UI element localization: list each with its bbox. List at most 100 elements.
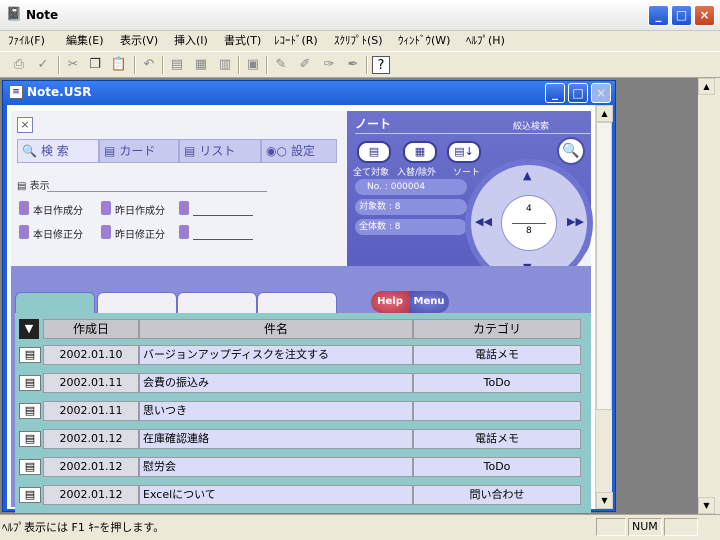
sort-button[interactable]: ▤↓ bbox=[447, 141, 481, 163]
mdi-scrollbar[interactable]: ▲ ▼ bbox=[698, 78, 715, 514]
table-row[interactable]: ▤ 2002.01.10 バージョンアップディスクを注文する 電話メモ bbox=[19, 341, 585, 369]
table-row[interactable]: ▤ 2002.01.12 慰労会 ToDo bbox=[19, 453, 585, 481]
narrow-search-button[interactable]: 🔍 bbox=[557, 137, 585, 165]
total-records: 8 bbox=[526, 226, 532, 236]
checkbox-yesterday-modified[interactable] bbox=[101, 225, 111, 239]
card-icon[interactable]: ▤ bbox=[19, 375, 41, 391]
sort-label: ソート bbox=[453, 168, 481, 178]
header-name[interactable]: 件名 bbox=[139, 319, 413, 339]
label-yesterday-modified: 昨日修正分 bbox=[115, 230, 165, 241]
menu-script[interactable]: ｽｸﾘﾌﾟﾄ(S) bbox=[334, 33, 383, 49]
tool-icon[interactable]: ✎ bbox=[272, 56, 290, 74]
menu-file[interactable]: ﾌｧｲﾙ(F) bbox=[8, 33, 45, 49]
table-row[interactable]: ▤ 2002.01.11 思いつき bbox=[19, 397, 585, 425]
table-row[interactable]: ▤ 2002.01.12 Excelについて 問い合わせ bbox=[19, 481, 585, 509]
arrow-first-icon[interactable]: ◀◀ bbox=[475, 215, 492, 228]
checkbox-today-modified[interactable] bbox=[19, 225, 29, 239]
scroll-down-icon[interactable]: ▼ bbox=[596, 492, 613, 509]
spellcheck-icon[interactable]: ✓ bbox=[34, 56, 52, 74]
undo-icon[interactable]: ↶ bbox=[140, 56, 158, 74]
card-icon[interactable]: ▤ bbox=[19, 347, 41, 363]
form3-icon[interactable]: ▥ bbox=[216, 56, 234, 74]
card-icon[interactable]: ▤ bbox=[19, 431, 41, 447]
divider bbox=[512, 223, 546, 224]
card-icon[interactable]: ▤ bbox=[19, 403, 41, 419]
header-category[interactable]: カテゴリ bbox=[413, 319, 581, 339]
nav-tabs: 🔍 検 索 ▤ カード ▤ リスト ◉○ 設定 bbox=[17, 139, 347, 163]
cell-name: 在庫確認連絡 bbox=[139, 429, 413, 449]
maximize-button[interactable]: □ bbox=[671, 5, 692, 26]
table-row[interactable]: ▤ 2002.01.11 会費の振込み ToDo bbox=[19, 369, 585, 397]
custom-field-2[interactable] bbox=[193, 239, 253, 240]
menu-help[interactable]: ﾍﾙﾌﾟ(H) bbox=[466, 33, 505, 49]
cell-name: 会費の振込み bbox=[139, 373, 413, 393]
dropdown-icon[interactable]: ▼ bbox=[19, 319, 39, 339]
folder-tabs bbox=[11, 266, 591, 316]
scroll-up-icon[interactable]: ▲ bbox=[596, 105, 613, 122]
tab-search[interactable]: 🔍 検 索 bbox=[17, 139, 99, 163]
menu-window[interactable]: ｳｨﾝﾄﾞｳ(W) bbox=[398, 33, 450, 49]
toolbar-separator bbox=[58, 56, 60, 74]
child-minimize-button[interactable]: _ bbox=[545, 83, 565, 103]
cut-icon[interactable]: ✂ bbox=[64, 56, 82, 74]
close-icon[interactable]: × bbox=[17, 117, 33, 133]
print-icon[interactable]: ⎙ bbox=[10, 56, 28, 74]
help-icon[interactable]: ? bbox=[372, 56, 390, 74]
document-icon: ≡ bbox=[9, 85, 23, 99]
child-scrollbar[interactable]: ▲ ▼ bbox=[595, 105, 613, 509]
table-row[interactable]: ▤ 2002.01.12 在庫確認連絡 電話メモ bbox=[19, 425, 585, 453]
tab-list[interactable]: ▤ リスト bbox=[179, 139, 261, 163]
menu-view[interactable]: 表示(V) bbox=[120, 33, 158, 49]
cell-category: ToDo bbox=[413, 457, 581, 477]
toggle-icon: ◉○ bbox=[266, 144, 287, 158]
copy-icon[interactable]: ❐ bbox=[86, 56, 104, 74]
tool4-icon[interactable]: ✒ bbox=[344, 56, 362, 74]
form-icon[interactable]: ▤ bbox=[168, 56, 186, 74]
note-panel: ノート ▤ ▦ ▤↓ 全て対象 入替/除外 ソート 絞込検索 🔍 No. : 0… bbox=[347, 111, 593, 287]
card-icon[interactable]: ▤ bbox=[19, 487, 41, 503]
scroll-down-icon[interactable]: ▼ bbox=[698, 497, 715, 514]
layout-icon[interactable]: ▣ bbox=[244, 56, 262, 74]
scroll-up-icon[interactable]: ▲ bbox=[698, 78, 715, 95]
checkbox-custom-2[interactable] bbox=[179, 225, 189, 239]
swap-exclude-button[interactable]: ▦ bbox=[403, 141, 437, 163]
record-no-label: No. : bbox=[367, 182, 388, 192]
help-button[interactable]: Help bbox=[371, 291, 409, 313]
all-target-button[interactable]: ▤ bbox=[357, 141, 391, 163]
list-icon: ▤ bbox=[184, 144, 196, 158]
menu-button[interactable]: Menu bbox=[409, 291, 449, 313]
card-icon[interactable]: ▤ bbox=[19, 459, 41, 475]
menu-format[interactable]: 書式(T) bbox=[224, 33, 261, 49]
child-title-bar[interactable]: ≡ Note.USR _ □ × bbox=[3, 81, 615, 105]
arrow-up-icon[interactable]: ▲ bbox=[523, 169, 531, 182]
menu-edit[interactable]: 編集(E) bbox=[66, 33, 104, 49]
arrow-last-icon[interactable]: ▶▶ bbox=[567, 215, 584, 228]
divider bbox=[47, 191, 267, 192]
menu-record[interactable]: ﾚｺｰﾄﾞ(R) bbox=[274, 33, 318, 49]
form2-icon[interactable]: ▦ bbox=[192, 56, 210, 74]
custom-field-1[interactable] bbox=[193, 215, 253, 216]
label-today-created: 本日作成分 bbox=[33, 206, 83, 217]
paste-icon[interactable]: 📋 bbox=[110, 56, 128, 74]
list-area: ▼ 作成日 件名 カテゴリ ▤ 2002.01.10 バージョンアップディスクを注文… bbox=[15, 313, 591, 513]
minimize-button[interactable]: _ bbox=[648, 5, 669, 26]
checkbox-custom-1[interactable] bbox=[179, 201, 189, 215]
menu-insert[interactable]: 挿入(I) bbox=[174, 33, 208, 49]
tool2-icon[interactable]: ✐ bbox=[296, 56, 314, 74]
title-bar[interactable]: 📓 Note _ □ × bbox=[0, 0, 720, 31]
child-close-button[interactable]: × bbox=[591, 83, 611, 103]
tab-card[interactable]: ▤ カード bbox=[99, 139, 179, 163]
record-table: ▼ 作成日 件名 カテゴリ ▤ 2002.01.10 バージョンアップディスクを注文… bbox=[19, 319, 585, 509]
status-panel-scrl bbox=[664, 518, 698, 536]
header-date[interactable]: 作成日 bbox=[43, 319, 139, 339]
scroll-thumb[interactable] bbox=[596, 122, 612, 410]
close-button[interactable]: × bbox=[694, 5, 715, 26]
tab-card-label: カード bbox=[119, 144, 156, 158]
checkbox-yesterday-created[interactable] bbox=[101, 201, 111, 215]
tool3-icon[interactable]: ✑ bbox=[320, 56, 338, 74]
total-count-label: 全体数 : bbox=[359, 222, 392, 232]
child-maximize-button[interactable]: □ bbox=[568, 83, 588, 103]
tab-settings[interactable]: ◉○ 設定 bbox=[261, 139, 337, 163]
checkbox-today-created[interactable] bbox=[19, 201, 29, 215]
child-window[interactable]: ≡ Note.USR _ □ × × 🔍 検 索 ▤ カード ▤ リスト ◉○ 設定 ▤… bbox=[2, 80, 616, 513]
